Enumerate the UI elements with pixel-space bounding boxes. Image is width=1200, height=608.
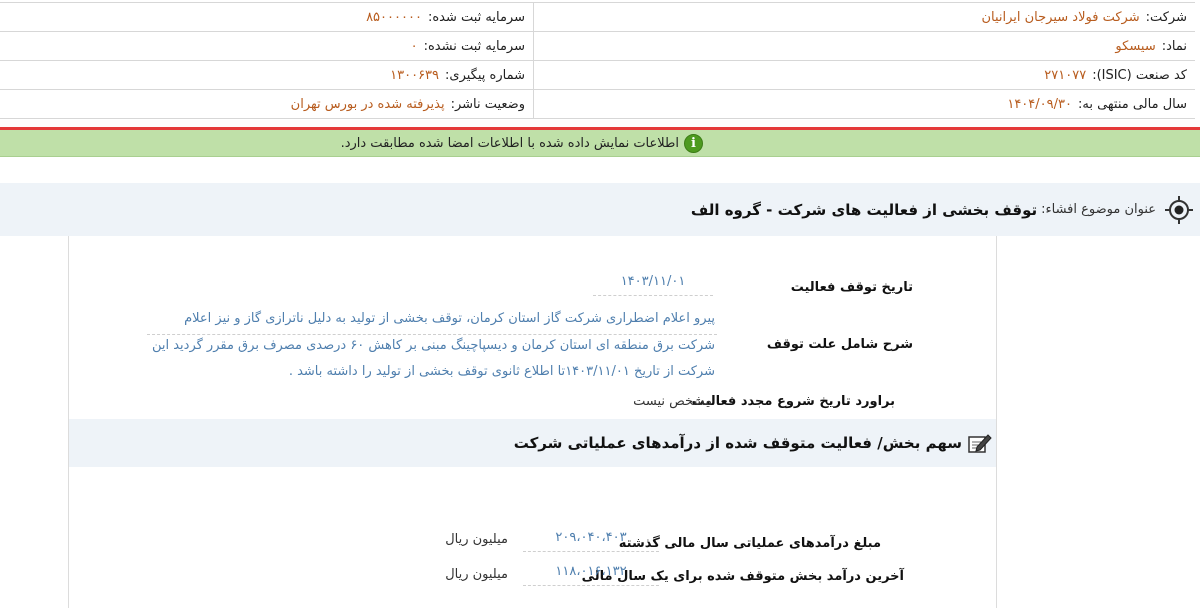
registered-capital-label: سرمایه ثبت شده: (427, 9, 525, 25)
stop-reason-label: شرح شامل علت توقف (766, 337, 913, 352)
company-info-table: شرکت: شرکت فولاد سیرجان ایرانیان سرمایه … (0, 2, 1195, 119)
info-row-company: شرکت: شرکت فولاد سیرجان ایرانیان سرمایه … (0, 3, 1195, 32)
stopped-segment-revenue-unit: میلیون ریال (445, 567, 508, 582)
stopped-segment-revenue-value: ۱۱۸،۰۱۶،۱۳۲ (523, 564, 659, 586)
tracking-number-cell: شماره پیگیری: ۱۳۰۰۶۳۹ (0, 61, 533, 89)
stop-reason-text: پیرو اعلام اضطراری شرکت گاز استان کرمان،… (151, 311, 715, 379)
restart-date-label: براورد تاریخ شروع مجدد فعالیت (691, 394, 895, 409)
tracking-number-value: ۱۳۰۰۶۳۹ (390, 67, 440, 83)
restart-date-value: مشخص نیست (633, 394, 712, 409)
symbol-label: نماد: (1161, 38, 1187, 54)
company-cell: شرکت: شرکت فولاد سیرجان ایرانیان (533, 3, 1195, 31)
unregistered-capital-value: ۰ (410, 38, 418, 54)
target-icon (1165, 195, 1193, 224)
disclosure-details-panel: تاریخ توقف فعالیت ۱۴۰۳/۱۱/۰۱ شرح شامل عل… (68, 236, 997, 608)
fiscal-year-value: ۱۴۰۴/۰۹/۳۰ (1007, 96, 1072, 112)
unregistered-capital-cell: سرمایه ثبت نشده: ۰ (0, 32, 533, 60)
stop-date-label: تاریخ توقف فعالیت (790, 280, 913, 295)
fiscal-year-cell: سال مالی منتهی به: ۱۴۰۴/۰۹/۳۰ (533, 90, 1195, 118)
isic-value: ۲۷۱۰۷۷ (1044, 67, 1087, 83)
info-row-isic: کد صنعت (ISIC): ۲۷۱۰۷۷ شماره پیگیری: ۱۳۰… (0, 61, 1195, 90)
publisher-status-label: وضعیت ناشر: (450, 96, 525, 112)
last-year-revenue-value: ۲۰۹،۰۴۰،۴۰۳ (523, 530, 659, 552)
registered-capital-value: ۸۵۰۰۰۰۰۰ (366, 9, 422, 25)
fiscal-year-label: سال مالی منتهی به: (1077, 96, 1187, 112)
info-row-fiscal-year: سال مالی منتهی به: ۱۴۰۴/۰۹/۳۰ وضعیت ناشر… (0, 90, 1195, 119)
tracking-number-label: شماره پیگیری: (445, 67, 525, 83)
revenue-share-header: سهم بخش/ فعالیت متوقف شده از درآمدهای عم… (69, 419, 996, 467)
revenue-share-title: سهم بخش/ فعالیت متوقف شده از درآمدهای عم… (513, 434, 962, 452)
disclosure-subject-header: عنوان موضوع افشاء: توقف بخشی از فعالیت ه… (0, 183, 1200, 236)
subject-title: توقف بخشی از فعالیت های شرکت - گروه الف (690, 200, 1038, 219)
symbol-cell: نماد: سیسکو (533, 32, 1195, 60)
signature-notice-text: اطلاعات نمایش داده شده با اطلاعات امضا ش… (340, 135, 679, 151)
symbol-value[interactable]: سیسکو (1115, 39, 1155, 54)
registered-capital-cell: سرمایه ثبت شده: ۸۵۰۰۰۰۰۰ (0, 3, 533, 31)
isic-label: کد صنعت (ISIC): (1092, 67, 1187, 83)
stop-date-value: ۱۴۰۳/۱۱/۰۱ (593, 274, 713, 296)
signature-notice-bar: i اطلاعات نمایش داده شده با اطلاعات امضا… (0, 130, 1200, 157)
publisher-status-cell: وضعیت ناشر: پذیرفته شده در بورس تهران (0, 90, 533, 118)
unregistered-capital-label: سرمایه ثبت نشده: (423, 38, 525, 54)
edit-icon (968, 434, 992, 453)
publisher-status-value: پذیرفته شده در بورس تهران (290, 96, 445, 112)
isic-cell: کد صنعت (ISIC): ۲۷۱۰۷۷ (533, 61, 1195, 89)
subject-label: عنوان موضوع افشاء: (1041, 202, 1156, 217)
company-label: شرکت: (1145, 9, 1187, 25)
info-icon: i (684, 133, 703, 153)
company-name[interactable]: شرکت فولاد سیرجان ایرانیان (981, 10, 1139, 25)
last-year-revenue-unit: میلیون ریال (445, 532, 508, 547)
info-row-symbol: نماد: سیسکو سرمایه ثبت نشده: ۰ (0, 32, 1195, 61)
